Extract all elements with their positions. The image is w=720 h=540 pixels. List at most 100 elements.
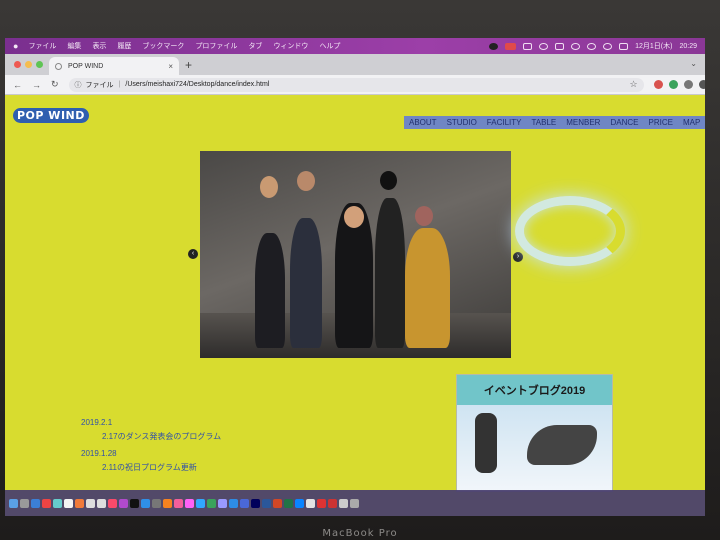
preview-icon[interactable] xyxy=(306,498,315,508)
info-icon[interactable]: ⓘ xyxy=(75,80,82,90)
back-icon[interactable]: ← xyxy=(13,80,22,90)
status-area: 12月1日(木) 20:29 xyxy=(489,41,705,51)
forward-icon[interactable]: → xyxy=(32,80,41,90)
dancer-figure xyxy=(405,228,450,348)
tab-search-chevron-icon[interactable]: ⌄ xyxy=(690,59,697,68)
menu-help[interactable]: ヘルプ xyxy=(319,41,340,51)
app-store-icon[interactable] xyxy=(141,498,150,508)
notes-icon[interactable] xyxy=(86,498,95,508)
trash-icon[interactable] xyxy=(350,498,359,508)
address-bar[interactable]: ⓘ ファイル | /Users/meishaxi724/Desktop/danc… xyxy=(68,77,644,92)
tab-pop-wind[interactable]: POP WIND × xyxy=(49,57,179,75)
zoom-icon[interactable] xyxy=(295,498,304,508)
browser-tabbar: POP WIND × + ⌄ xyxy=(5,54,705,75)
event-blog-banner[interactable]: イベントブログ2019 xyxy=(456,374,613,492)
safari-icon[interactable] xyxy=(31,498,40,508)
slider-next-button[interactable]: › xyxy=(513,252,523,262)
new-tab-button[interactable]: + xyxy=(185,58,192,72)
settings-icon[interactable] xyxy=(152,498,161,508)
address-prefix: ファイル xyxy=(85,81,114,89)
nav-map[interactable]: MAP xyxy=(678,118,705,127)
reminders-icon[interactable] xyxy=(97,498,106,508)
menu-bookmarks[interactable]: ブックマーク xyxy=(142,41,184,51)
dancer-head xyxy=(260,176,278,198)
news-link[interactable]: 2.17のダンス発表会のプログラム xyxy=(81,430,221,444)
news-list: 2019.2.1 2.17のダンス発表会のプログラム 2019.1.28 2.1… xyxy=(81,416,221,478)
volume-icon[interactable] xyxy=(539,42,549,50)
nav-price[interactable]: PRICE xyxy=(643,118,677,127)
acrobat-icon[interactable] xyxy=(328,498,337,508)
menu-edit[interactable]: 編集 xyxy=(67,41,81,51)
nav-about[interactable]: ABOUT xyxy=(404,118,442,127)
address-url: /Users/meishaxi724/Desktop/dance/index.h… xyxy=(125,81,270,88)
menu-profiles[interactable]: プロファイル xyxy=(195,41,237,51)
dancer-head xyxy=(415,206,433,226)
powerpoint-icon[interactable] xyxy=(273,498,282,508)
photos-icon[interactable] xyxy=(64,498,73,508)
premiere-icon[interactable] xyxy=(218,498,227,508)
menu-file[interactable]: ファイル xyxy=(28,41,56,51)
bookmark-star-icon[interactable]: ☆ xyxy=(629,79,637,90)
photoshop-icon[interactable] xyxy=(196,498,205,508)
illustrator-icon[interactable] xyxy=(163,498,172,508)
finder-icon[interactable] xyxy=(9,498,18,508)
screen: ● ファイル 編集 表示 履歴 ブックマーク プロファイル タブ ウィンドウ ヘ… xyxy=(5,38,705,516)
nav-menber[interactable]: MENBER xyxy=(561,118,605,127)
menubar-date[interactable]: 12月1日(木) xyxy=(635,41,672,51)
close-tab-icon[interactable]: × xyxy=(168,62,173,71)
podcasts-icon[interactable] xyxy=(119,498,128,508)
word-icon[interactable] xyxy=(262,498,271,508)
menu-view[interactable]: 表示 xyxy=(92,41,106,51)
news-date: 2019.2.1 xyxy=(81,418,113,427)
indesign-icon[interactable] xyxy=(174,498,183,508)
battery-icon[interactable] xyxy=(555,42,565,50)
dreamweaver-icon[interactable] xyxy=(207,498,216,508)
clock-icon[interactable] xyxy=(587,42,597,50)
calendar-icon[interactable] xyxy=(75,498,84,508)
audition-icon[interactable] xyxy=(251,498,260,508)
nav-facility[interactable]: FACILITY xyxy=(482,118,527,127)
xd-icon[interactable] xyxy=(185,498,194,508)
nav-table[interactable]: TABLE xyxy=(526,118,561,127)
nav-dance[interactable]: DANCE xyxy=(605,118,643,127)
hero-slider-image xyxy=(200,151,511,358)
menu-window[interactable]: ウィンドウ xyxy=(273,41,308,51)
downloads-icon[interactable] xyxy=(339,498,348,508)
camera-icon xyxy=(489,42,499,50)
record-icon[interactable] xyxy=(505,42,517,50)
mail-icon[interactable] xyxy=(53,498,62,508)
music-icon[interactable] xyxy=(108,498,117,508)
news-link[interactable]: 2.11の祝日プログラム更新 xyxy=(81,461,221,475)
slider-prev-button[interactable]: ‹ xyxy=(188,249,198,259)
banner-dancer xyxy=(527,425,597,465)
global-nav: ABOUT STUDIO FACILITY TABLE MENBER DANCE… xyxy=(404,116,705,129)
menu-tab[interactable]: タブ xyxy=(248,41,262,51)
menu-history[interactable]: 履歴 xyxy=(117,41,131,51)
tv-icon[interactable] xyxy=(130,498,139,508)
news-date: 2019.1.28 xyxy=(81,449,117,459)
media-encoder-icon[interactable] xyxy=(240,498,249,508)
search-icon[interactable] xyxy=(603,42,613,50)
control-center-icon[interactable] xyxy=(619,42,629,50)
filezilla-icon[interactable] xyxy=(317,498,326,508)
wifi-icon[interactable] xyxy=(571,42,581,50)
globe-icon xyxy=(55,62,62,70)
extension-green-icon[interactable] xyxy=(668,80,678,89)
nav-studio[interactable]: STUDIO xyxy=(442,118,482,127)
menubar-time[interactable]: 20:29 xyxy=(679,43,697,50)
apple-icon[interactable]: ● xyxy=(13,41,18,51)
puzzle-icon[interactable] xyxy=(683,80,693,89)
launchpad-icon[interactable] xyxy=(20,498,29,508)
extensions: m xyxy=(653,80,705,89)
extension-red-icon[interactable] xyxy=(653,80,663,89)
close-window-button[interactable] xyxy=(14,61,21,68)
vscode-icon[interactable] xyxy=(229,498,238,508)
excel-icon[interactable] xyxy=(284,498,293,508)
zoom-window-button[interactable] xyxy=(36,61,43,68)
site-logo[interactable]: POP WIND xyxy=(13,108,89,123)
reload-icon[interactable]: ↻ xyxy=(51,79,59,90)
display-icon[interactable] xyxy=(523,42,533,50)
minimize-window-button[interactable] xyxy=(25,61,32,68)
sidebar-icon[interactable] xyxy=(698,80,705,89)
chrome-icon[interactable] xyxy=(42,498,51,508)
